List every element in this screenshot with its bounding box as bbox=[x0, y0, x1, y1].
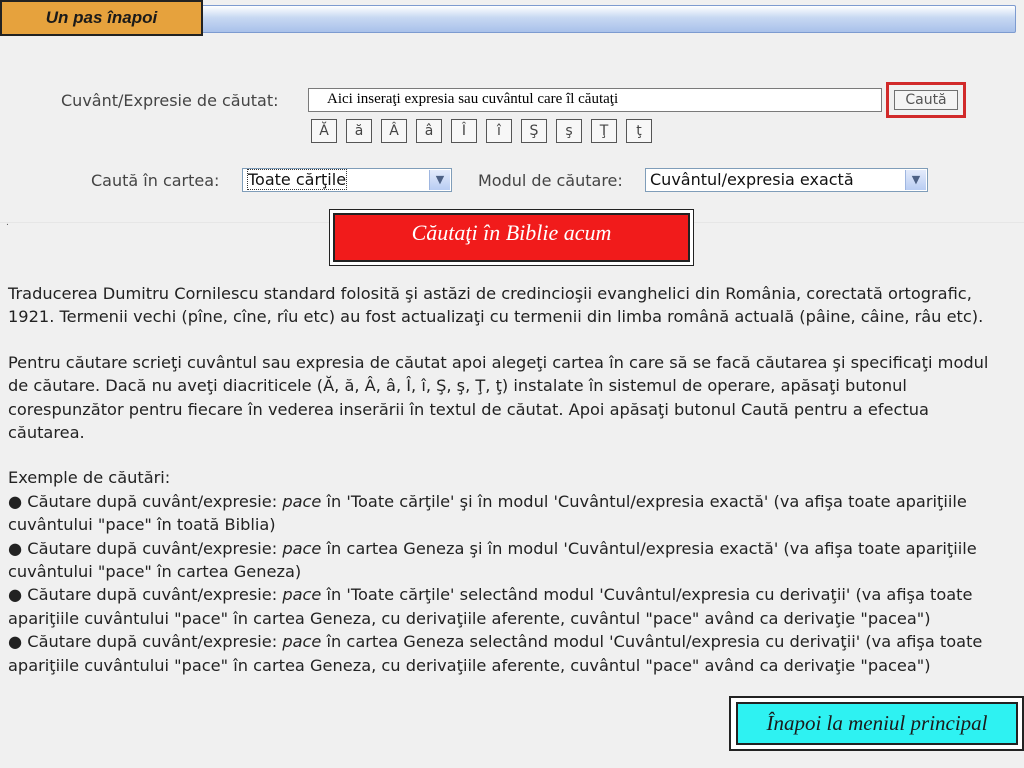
mode-label: Modul de căutare: bbox=[478, 171, 623, 190]
char-button[interactable]: Ş bbox=[521, 119, 547, 143]
char-button[interactable]: Â bbox=[381, 119, 407, 143]
bullet-icon: ● bbox=[8, 585, 28, 605]
bullet-icon: ● bbox=[8, 491, 28, 511]
description: Traducerea Dumitru Cornilescu standard f… bbox=[8, 282, 1008, 677]
example-item: ● Căutare după cuvânt/expresie: pace în … bbox=[8, 585, 973, 628]
home-button[interactable]: Înapoi la meniul principal bbox=[729, 696, 1024, 751]
chevron-down-icon[interactable]: ▼ bbox=[429, 170, 450, 190]
char-button[interactable]: î bbox=[486, 119, 512, 143]
char-button[interactable]: Ă bbox=[311, 119, 337, 143]
bullet-icon: ● bbox=[8, 632, 28, 652]
bullet-icon: ● bbox=[8, 538, 28, 558]
examples-title: Exemple de căutări: bbox=[8, 468, 171, 488]
char-button[interactable]: Î bbox=[451, 119, 477, 143]
char-button[interactable]: Ţ bbox=[591, 119, 617, 143]
search-input[interactable]: Aici inseraţi expresia sau cuvântul care… bbox=[308, 88, 882, 112]
book-select[interactable]: Toate cărţile ▼ bbox=[242, 168, 452, 192]
search-bible-label: Căutaţi în Biblie acum bbox=[333, 213, 690, 262]
char-button[interactable]: ă bbox=[346, 119, 372, 143]
diacritics-bar: Ă ă Â â Î î Ş ş Ţ ţ bbox=[311, 119, 652, 143]
mode-select-value: Cuvântul/expresia exactă bbox=[650, 170, 854, 189]
book-select-value: Toate cărţile bbox=[247, 169, 348, 190]
char-button[interactable]: ţ bbox=[626, 119, 652, 143]
book-label: Caută în cartea: bbox=[91, 171, 220, 190]
divider-dot: . bbox=[6, 218, 9, 228]
char-button[interactable]: ş bbox=[556, 119, 582, 143]
top-bar bbox=[200, 5, 1016, 33]
search-button-highlight: Caută bbox=[886, 82, 966, 118]
paragraph: Traducerea Dumitru Cornilescu standard f… bbox=[8, 284, 984, 327]
chevron-down-icon[interactable]: ▼ bbox=[905, 170, 926, 190]
mode-select[interactable]: Cuvântul/expresia exactă ▼ bbox=[645, 168, 928, 192]
search-button[interactable]: Caută bbox=[894, 90, 958, 110]
example-item: ● Căutare după cuvânt/expresie: pace în … bbox=[8, 632, 983, 675]
example-item: ● Căutare după cuvânt/expresie: pace în … bbox=[8, 538, 977, 582]
example-item: ● Căutare după cuvânt/expresie: pace în … bbox=[8, 491, 967, 535]
search-label: Cuvânt/Expresie de căutat: bbox=[61, 91, 279, 110]
home-button-label: Înapoi la meniul principal bbox=[736, 702, 1018, 745]
back-button-label: Un pas înapoi bbox=[45, 8, 158, 27]
search-bible-button[interactable]: Căutaţi în Biblie acum bbox=[329, 209, 694, 266]
paragraph: Pentru căutare scrieţi cuvântul sau expr… bbox=[8, 352, 989, 443]
examples: Exemple de căutări: ● Căutare după cuvân… bbox=[8, 466, 1008, 677]
back-button[interactable]: Un pas înapoi bbox=[0, 0, 203, 36]
char-button[interactable]: â bbox=[416, 119, 442, 143]
